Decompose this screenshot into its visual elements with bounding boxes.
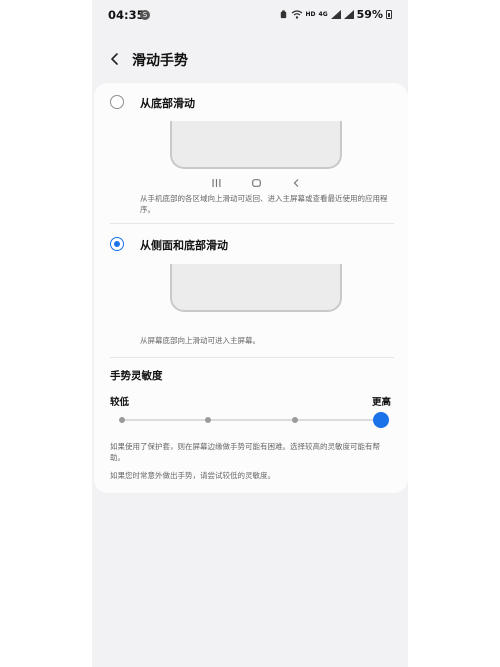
home-icon <box>251 179 261 187</box>
sensitivity-slider-stop[interactable] <box>291 417 298 423</box>
option-description-swipe-from-sides-and-bottom: 从屏幕底部向上滑动可进入主屏幕。 <box>140 336 260 345</box>
status-indicators: HD 4G 59% <box>279 8 392 21</box>
signal-icon-2 <box>343 10 354 19</box>
header: 滑动手势 <box>92 42 408 76</box>
divider <box>110 357 394 358</box>
preview-phone-bottom <box>170 121 342 169</box>
sensitivity-high-label: 更高 <box>372 397 392 408</box>
radio-swipe-from-sides-and-bottom[interactable] <box>110 237 124 251</box>
option-description-swipe-from-bottom: 从手机底部的各区域向上滑动可返回、进入主屏幕或查看最近使用的应用程序。 <box>140 194 388 214</box>
option-swipe-from-bottom[interactable]: 从底部滑动 从手机底部的各区域向上滑动可返回、进入主屏幕或查看最近使用的应用程序… <box>94 83 408 223</box>
option-label-swipe-from-sides-and-bottom: 从侧面和底部滑动 <box>140 239 228 252</box>
settings-card: 从底部滑动 从手机底部的各区域向上滑动可返回、进入主屏幕或查看最近使用的应用程序… <box>94 83 408 493</box>
preview-nav-bar <box>170 177 342 189</box>
recent-apps-icon <box>212 179 220 187</box>
sensitivity-title: 手势灵敏度 <box>110 370 163 382</box>
network-type: 4G <box>318 11 328 18</box>
preview-phone-sides <box>170 264 342 312</box>
wifi-icon <box>291 10 302 19</box>
sensitivity-note-accidental: 如果您时常意外做出手势，请尝试较低的灵敏度。 <box>110 471 275 480</box>
sensitivity-slider-stop[interactable] <box>205 417 212 423</box>
sensitivity-note-case: 如果使用了保护套，则在屏幕边缘做手势可能有困难。选择较高的灵敏度可能有帮助。 <box>110 442 380 462</box>
sensitivity-slider-stop[interactable] <box>119 417 125 423</box>
notification-badge-icon: S <box>140 10 150 20</box>
sensitivity-slider-thumb[interactable] <box>373 412 389 428</box>
alarm-icon <box>280 10 286 19</box>
radio-swipe-from-bottom[interactable] <box>110 95 124 109</box>
status-bar: 04:35 S HD 4G 59% <box>92 0 408 30</box>
battery-icon <box>386 10 392 19</box>
battery-percent: 59% <box>356 8 383 21</box>
sensitivity-low-label: 较低 <box>110 397 130 408</box>
page-title: 滑动手势 <box>132 53 188 69</box>
option-label-swipe-from-bottom: 从底部滑动 <box>140 97 195 110</box>
option-swipe-from-sides-and-bottom[interactable]: 从侧面和底部滑动 从屏幕底部向上滑动可进入主屏幕。 <box>94 223 408 357</box>
sensitivity-slider-track[interactable] <box>122 419 381 421</box>
back-arrow-icon[interactable] <box>108 52 122 66</box>
hd-indicator: HD <box>305 11 316 18</box>
signal-icon <box>330 10 341 19</box>
phone-screen: 04:35 S HD 4G 59% 滑动手势 从底部滑动 从手机底部的各区域向上… <box>92 0 408 667</box>
back-nav-icon <box>293 179 298 187</box>
